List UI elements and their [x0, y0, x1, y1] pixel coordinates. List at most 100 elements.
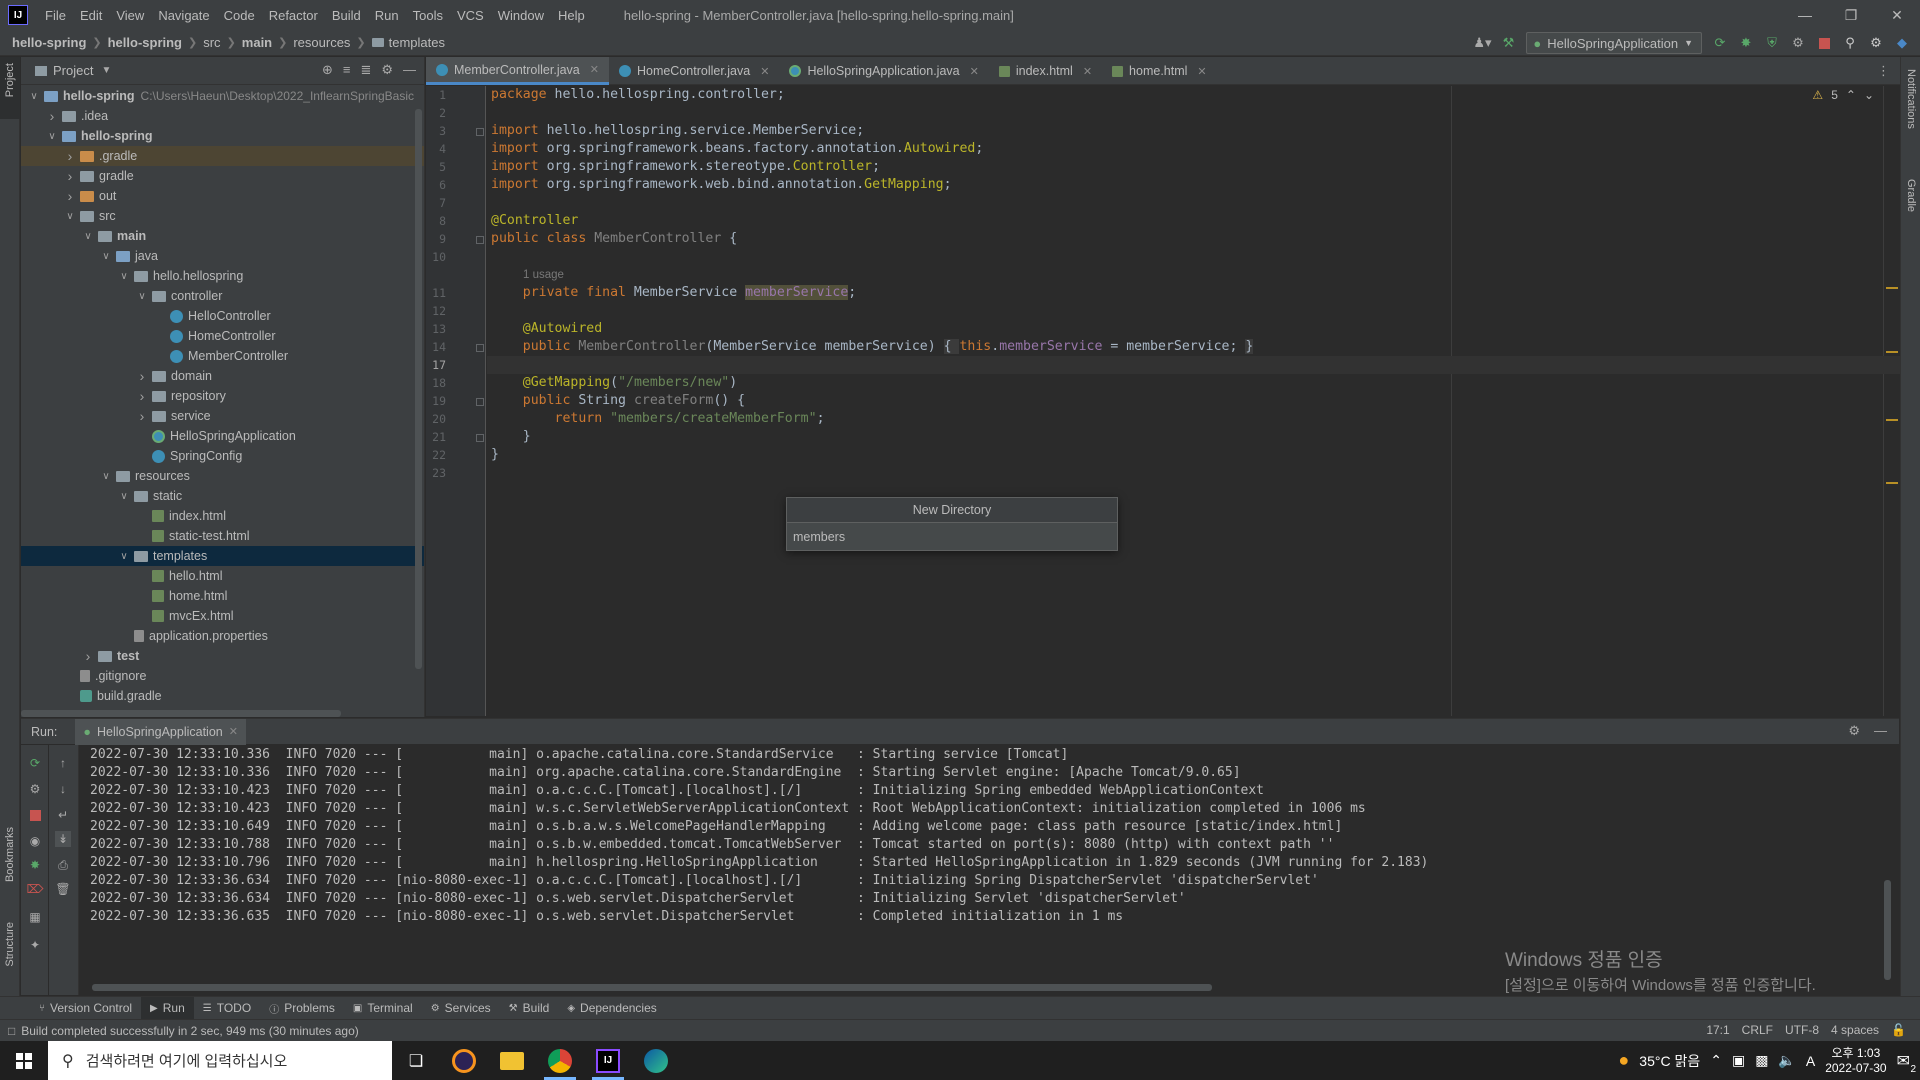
profile-icon[interactable]: ⚙: [1790, 35, 1806, 51]
tree-node[interactable]: › out: [21, 186, 424, 206]
tree-node[interactable]: ∨ controller: [21, 286, 424, 306]
menu-run[interactable]: Run: [368, 8, 406, 23]
close-tab-icon[interactable]: ✕: [760, 65, 769, 78]
fold-marker-icon[interactable]: [476, 344, 484, 352]
tree-node[interactable]: SpringConfig: [21, 446, 424, 466]
fold-marker-icon[interactable]: [476, 128, 484, 136]
error-stripe-marker[interactable]: [1886, 482, 1898, 484]
restore-icon[interactable]: ❐: [1828, 0, 1874, 30]
close-tab-icon[interactable]: ✕: [970, 65, 979, 78]
run-configuration-select[interactable]: ● HelloSpringApplication ▼: [1526, 32, 1702, 54]
arrow-down-icon[interactable]: ↓: [55, 781, 71, 797]
windows-start-button[interactable]: [0, 1041, 48, 1080]
task-view-button[interactable]: ❏: [392, 1041, 440, 1080]
indent-setting[interactable]: 4 spaces: [1831, 1023, 1879, 1037]
locate-icon[interactable]: ⊕: [322, 62, 333, 78]
error-stripe-marker[interactable]: [1886, 287, 1898, 289]
display-icon[interactable]: ▩: [1755, 1052, 1768, 1069]
menu-refactor[interactable]: Refactor: [262, 8, 325, 23]
intellij-taskbar-icon[interactable]: IJ: [584, 1041, 632, 1080]
tree-node[interactable]: build.gradle: [21, 686, 424, 706]
chevron-down-icon[interactable]: ∨: [63, 211, 77, 222]
tree-node[interactable]: ∨ static: [21, 486, 424, 506]
tool-tab-services[interactable]: ⚙ Services: [422, 997, 500, 1020]
menu-vcs[interactable]: VCS: [450, 8, 491, 23]
tree-node[interactable]: .gitignore: [21, 666, 424, 686]
print-icon[interactable]: ⎙: [55, 857, 71, 873]
chevron-right-icon[interactable]: ›: [45, 108, 59, 124]
status-message[interactable]: Build completed successfully in 2 sec, 9…: [21, 1024, 359, 1038]
tree-node[interactable]: › .idea: [21, 106, 424, 126]
jetbrains-icon[interactable]: ◆: [1894, 35, 1910, 51]
volume-icon[interactable]: 🔈: [1778, 1052, 1795, 1069]
error-stripe-marker[interactable]: [1886, 351, 1898, 353]
menu-help[interactable]: Help: [551, 8, 592, 23]
editor-tab[interactable]: MemberController.java ✕: [426, 57, 609, 85]
code-vision-usage-hint[interactable]: 1 usage: [523, 269, 564, 281]
ime-indicator[interactable]: A: [1806, 1053, 1815, 1069]
tree-node[interactable]: ∨ src: [21, 206, 424, 226]
chevron-down-icon[interactable]: ∨: [135, 291, 149, 302]
tree-node[interactable]: home.html: [21, 586, 424, 606]
chevron-down-icon[interactable]: ∨: [45, 131, 59, 142]
editor-scrollbar[interactable]: [1883, 86, 1884, 716]
tool-tab-dependencies[interactable]: ◈ Dependencies: [558, 997, 665, 1020]
rerun-icon[interactable]: ⟳: [1712, 35, 1728, 51]
menu-tools[interactable]: Tools: [406, 8, 450, 23]
tree-node[interactable]: HomeController: [21, 326, 424, 346]
camera-icon[interactable]: ◉: [27, 833, 43, 849]
menu-file[interactable]: File: [38, 8, 73, 23]
editor-tab[interactable]: home.html ✕: [1102, 57, 1217, 85]
project-horizontal-scrollbar[interactable]: [21, 710, 341, 717]
tree-node[interactable]: HelloSpringApplication: [21, 426, 424, 446]
chevron-down-icon[interactable]: ∨: [99, 251, 113, 262]
tree-node[interactable]: › test: [21, 646, 424, 666]
error-stripe-marker[interactable]: [1886, 419, 1898, 421]
tree-node[interactable]: hello.html: [21, 566, 424, 586]
editor-tab[interactable]: HomeController.java ✕: [609, 57, 779, 85]
chevron-up-icon[interactable]: ⌃: [1710, 1052, 1722, 1069]
weather-text[interactable]: 35°C 맑음: [1639, 1051, 1700, 1071]
chevron-down-icon[interactable]: ∨: [81, 231, 95, 242]
project-tool-tab[interactable]: Project: [4, 63, 16, 97]
menu-window[interactable]: Window: [491, 8, 551, 23]
trash-icon[interactable]: 🗑: [55, 881, 71, 897]
debug-icon[interactable]: ✸: [27, 857, 43, 873]
rerun-icon[interactable]: ⟳: [27, 755, 43, 771]
chevron-right-icon[interactable]: ›: [63, 148, 77, 164]
breadcrumb-resources[interactable]: resources: [293, 35, 350, 50]
exit-icon[interactable]: ⌦: [27, 881, 44, 897]
tree-node[interactable]: index.html: [21, 506, 424, 526]
network-icon[interactable]: ▣: [1732, 1052, 1745, 1069]
project-panel-title[interactable]: Project: [53, 63, 93, 78]
chevron-right-icon[interactable]: ›: [135, 408, 149, 424]
close-tab-icon[interactable]: ✕: [1197, 65, 1206, 78]
menu-code[interactable]: Code: [217, 8, 262, 23]
chevron-right-icon[interactable]: ›: [63, 188, 77, 204]
close-tab-icon[interactable]: ✕: [229, 725, 238, 738]
tool-tab-run[interactable]: ▶ Run: [141, 996, 194, 1020]
search-icon[interactable]: ⚲: [1842, 35, 1858, 51]
menu-build[interactable]: Build: [325, 8, 368, 23]
eclipse-taskbar-icon[interactable]: [440, 1041, 488, 1080]
breadcrumb-project[interactable]: hello-spring: [12, 35, 86, 50]
menu-edit[interactable]: Edit: [73, 8, 109, 23]
console-vertical-scrollbar[interactable]: [1884, 880, 1891, 980]
editor-tab[interactable]: HelloSpringApplication.java ✕: [779, 57, 988, 85]
fold-marker-icon[interactable]: [476, 236, 484, 244]
chevron-down-icon[interactable]: ∨: [117, 271, 131, 282]
breadcrumb-templates[interactable]: templates: [389, 35, 445, 50]
settings-gear-icon[interactable]: ⚙: [1868, 35, 1884, 51]
gradle-tool-tab[interactable]: Gradle: [1905, 179, 1917, 212]
tree-node[interactable]: ∨ main: [21, 226, 424, 246]
line-ending[interactable]: CRLF: [1742, 1023, 1773, 1037]
tree-node[interactable]: HelloController: [21, 306, 424, 326]
chevron-down-icon[interactable]: ∨: [117, 491, 131, 502]
tree-node[interactable]: static-test.html: [21, 526, 424, 546]
gear-icon[interactable]: ⚙: [381, 62, 393, 78]
tool-tab-terminal[interactable]: ▣ Terminal: [344, 997, 422, 1020]
taskbar-clock[interactable]: 오후 1:03 2022-07-30: [1825, 1046, 1886, 1076]
chevron-down-icon[interactable]: ∨: [117, 551, 131, 562]
gear-icon[interactable]: ⚙: [1848, 723, 1860, 739]
bookmarks-tool-tab[interactable]: Bookmarks: [4, 827, 16, 882]
